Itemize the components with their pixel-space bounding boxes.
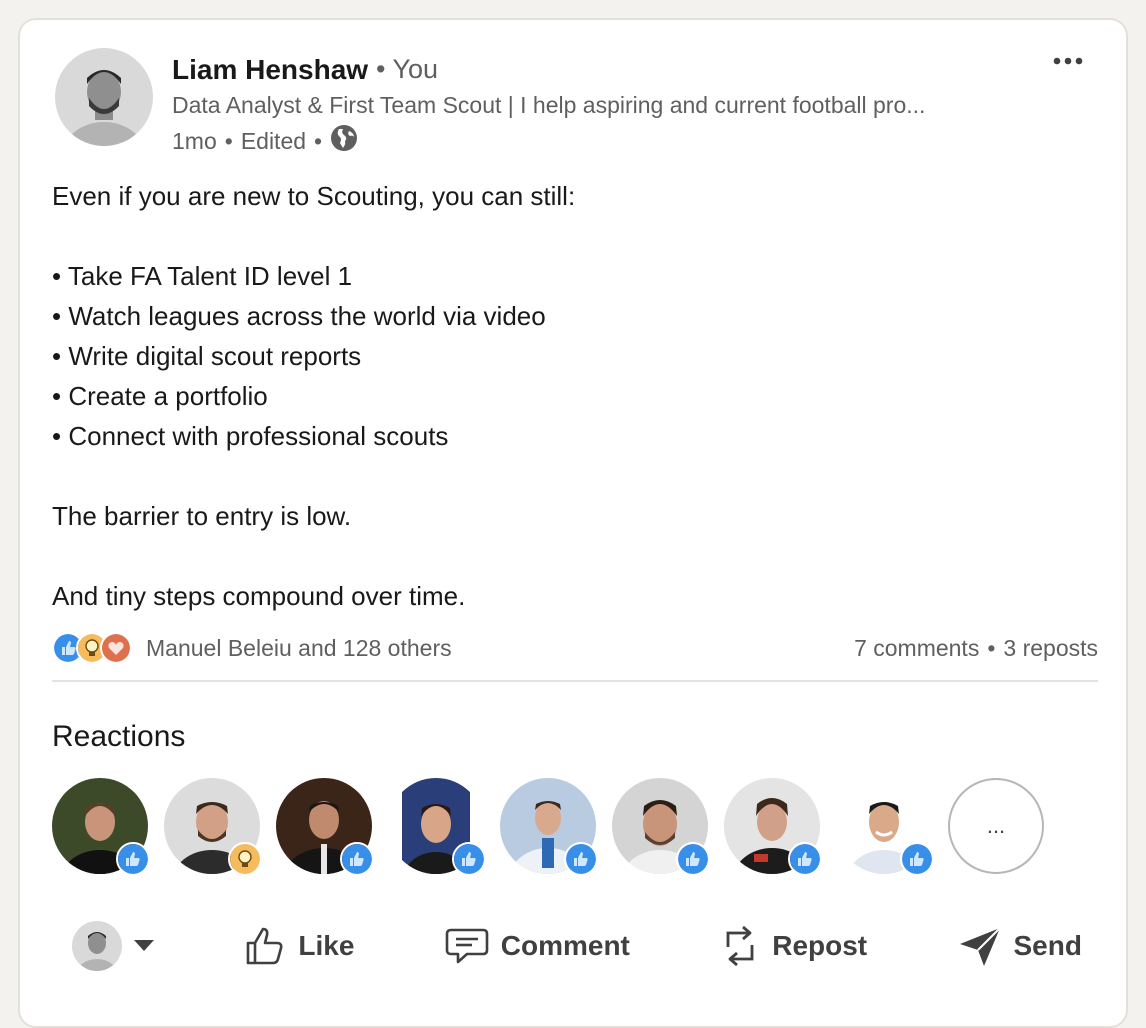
author-avatar[interactable] [55,48,153,146]
send-label: Send [1013,930,1082,961]
author-headline: Data Analyst & First Team Scout | I help… [172,92,926,118]
send-icon [959,927,1001,966]
more-reactors-label: ... [948,778,1044,874]
reactors-list: ... [52,778,1044,876]
post-line: And tiny steps compound over time. [52,581,466,611]
reactors-text[interactable]: Manuel Beleiu and 128 others [146,635,452,662]
author-name[interactable]: Liam Henshaw [172,54,368,86]
post-bullet: • Take FA Talent ID level 1 [52,261,353,291]
repost-label: Repost [772,930,868,961]
ellipsis-icon [1053,57,1083,65]
reactor-avatar[interactable] [724,778,822,876]
like-badge-icon [452,842,486,876]
comment-repost-counts: 7 comments • 3 reposts [854,635,1098,662]
post-edited: Edited [240,127,307,154]
meta-separator: • [224,127,233,154]
post-time: 1mo [172,127,217,154]
author-you-tag: • You [376,54,439,84]
repost-icon [726,925,754,967]
send-button[interactable]: Send [958,924,1082,968]
reactor-avatar[interactable] [612,778,710,876]
reaction-icons [52,632,132,664]
reactor-avatar[interactable] [500,778,598,876]
post-action-bar: Like Comment Repost Send [72,916,1082,976]
post-bullet: • Create a portfolio [52,381,268,411]
more-options-button[interactable] [1050,48,1086,74]
reactor-avatar[interactable] [836,778,934,876]
reactor-avatar[interactable] [388,778,486,876]
avatar [72,921,122,971]
caret-down-icon [134,940,154,951]
divider [52,680,1098,682]
reaction-identity-selector[interactable] [72,921,154,971]
post-body: Even if you are new to Scouting, you can… [52,176,575,616]
social-counts: Manuel Beleiu and 128 others 7 comments … [52,628,1098,668]
comment-label: Comment [500,930,630,961]
like-badge-icon [564,842,598,876]
like-badge-icon [788,842,822,876]
post-meta: 1mo • Edited • [172,124,358,158]
reactions-heading: Reactions [52,720,186,753]
comments-count[interactable]: 7 comments [854,635,979,662]
love-reaction-icon [100,632,132,664]
comment-icon [445,928,489,964]
post-intro: Even if you are new to Scouting, you can… [52,181,576,211]
reactor-avatar[interactable] [164,778,262,876]
post-line: The barrier to entry is low. [52,501,352,531]
reactions-summary[interactable]: Manuel Beleiu and 128 others [52,632,452,664]
like-label: Like [298,930,355,961]
post-bullet: • Watch leagues across the world via vid… [52,301,546,331]
post-bullet: • Connect with professional scouts [52,421,449,451]
like-badge-icon [900,842,934,876]
comment-button[interactable]: Comment [445,926,630,966]
repost-button[interactable]: Repost [720,923,867,969]
post-card: Liam Henshaw • You Data Analyst & First … [18,18,1128,1028]
like-badge-icon [340,842,374,876]
more-reactors-button[interactable]: ... [948,778,1044,874]
meta-separator: • [314,127,323,154]
insightful-badge-icon [228,842,262,876]
like-badge-icon [116,842,150,876]
reactor-avatar[interactable] [52,778,150,876]
counts-separator: • [987,634,996,661]
thumbs-up-icon [247,927,283,965]
reposts-count[interactable]: 3 reposts [1003,635,1098,662]
reactor-avatar[interactable] [276,778,374,876]
globe-icon [330,124,358,158]
post-bullet: • Write digital scout reports [52,341,362,371]
like-button[interactable]: Like [244,925,354,967]
like-badge-icon [676,842,710,876]
